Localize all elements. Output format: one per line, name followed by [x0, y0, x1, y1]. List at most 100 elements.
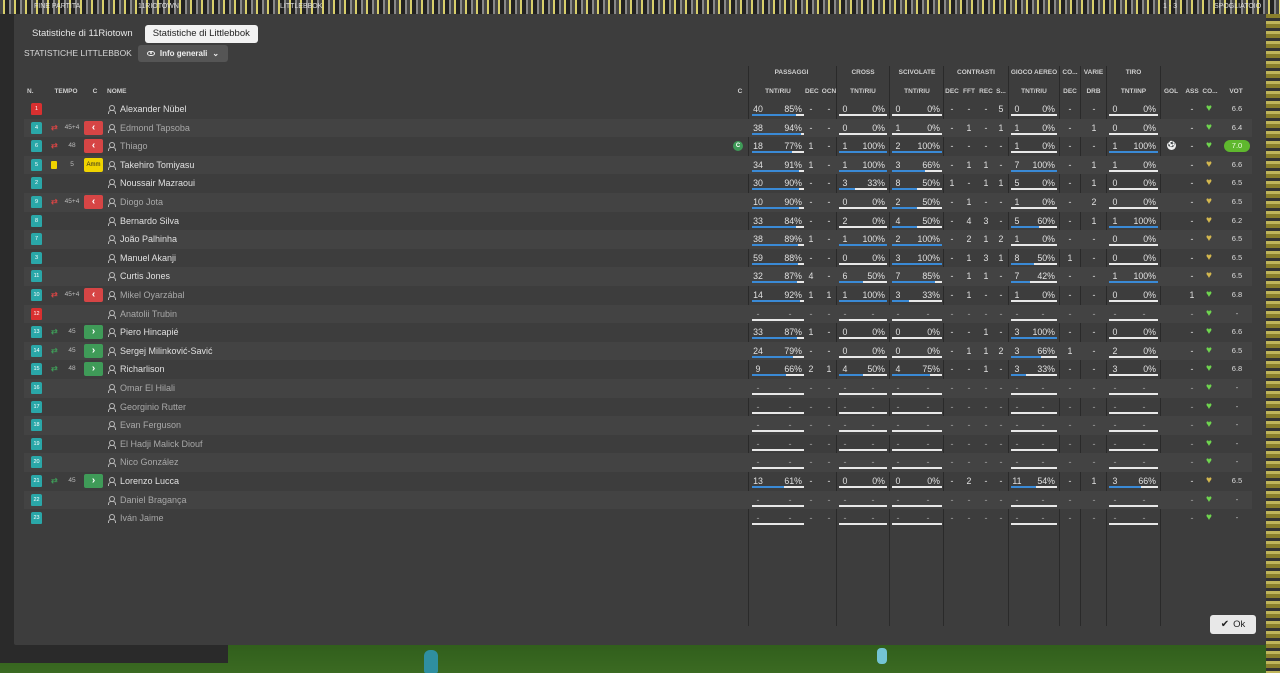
column-header-duel-rec[interactable]: REC: [978, 88, 994, 95]
column-header-varie-drb[interactable]: DRB: [1081, 88, 1106, 95]
column-header-duel-dec[interactable]: DEC: [944, 88, 960, 95]
arrow-left-icon[interactable]: ‹: [84, 139, 103, 154]
player-name[interactable]: João Palhinha: [120, 230, 177, 249]
tab-home-stats[interactable]: Statistiche di 11Riotown: [24, 25, 141, 43]
arrow-right-icon[interactable]: ›: [84, 474, 103, 488]
player-name[interactable]: Georginio Rutter: [120, 398, 186, 417]
player-name[interactable]: Thiago: [120, 137, 148, 156]
player-name[interactable]: Omar El Hilali: [120, 379, 175, 398]
player-name[interactable]: Lorenzo Lucca: [120, 472, 179, 491]
shirt-number-badge: 17: [31, 400, 42, 413]
player-name[interactable]: Noussair Mazraoui: [120, 174, 195, 193]
passes-bar: [752, 169, 804, 172]
table-row[interactable]: 14 ⇄ 45 › Sergej Milinković-Savić 24 79% - -0 0% 0…: [24, 341, 1252, 361]
table-row[interactable]: 16 Omar El Hilali - - - - - - - - - - - - - - - - - - - ♥ -: [24, 379, 1252, 398]
column-header-tackle-tnt[interactable]: TNT/RIU: [890, 88, 944, 95]
arrow-left-icon[interactable]: ‹: [84, 120, 103, 135]
player-name[interactable]: Takehiro Tomiyasu: [120, 156, 194, 175]
player-name[interactable]: Manuel Akanji: [120, 249, 176, 268]
player-name[interactable]: Sergej Milinković-Savić: [120, 342, 213, 361]
crosses-bar: [839, 448, 887, 451]
player-name[interactable]: Richarlison: [120, 360, 165, 379]
player-name[interactable]: Alexander Nübel: [120, 100, 187, 119]
arrow-right-icon[interactable]: ›: [84, 343, 103, 358]
table-row[interactable]: 23 Iván Jaime - - - - - - - - - - - - - - - - - - - ♥ -: [24, 509, 1252, 528]
table-row[interactable]: 15 ⇄ 48 › Richarlison 9 66% 2 1 4 50% 4 75% - -1-3 33% -…: [24, 360, 1252, 379]
column-header-c[interactable]: C: [90, 88, 100, 95]
table-row[interactable]: 13 ⇄ 45 › Piero Hincapié 33 87% 1-0 0% 0 0% - -1-3 10…: [24, 323, 1252, 342]
column-header-duel-fft[interactable]: FFT: [961, 88, 977, 95]
arrow-right-icon[interactable]: ›: [84, 325, 103, 340]
column-header-shot-tnt[interactable]: TNT/INP: [1107, 88, 1160, 95]
column-header-pass-dec[interactable]: DEC: [805, 88, 819, 95]
table-row[interactable]: 5 5 Amm Takehiro Tomiyasu 34 91% 1-1 100% 3 66% -1…: [24, 155, 1252, 175]
shirt-number-badge: 21: [31, 475, 42, 487]
column-header-n[interactable]: N.: [27, 88, 43, 95]
table-row[interactable]: 3 Manuel Akanji 59 88% - -0 0% 3 100% -1 3 1 8 50% 1-0…: [24, 249, 1252, 268]
ok-button[interactable]: ✔ Ok: [1210, 615, 1256, 634]
table-row[interactable]: 10 ⇄ 45+4 ‹ Mikel Oyarzábal 14 92% 1 1 1 100% 3 33% -…: [24, 286, 1252, 305]
sub-time: 45+4: [64, 123, 80, 131]
player-name[interactable]: Evan Ferguson: [120, 416, 181, 435]
aerials-bar: [1011, 207, 1057, 209]
column-header-ass[interactable]: ASS: [1182, 88, 1202, 95]
column-header-cross-tnt[interactable]: TNT/RIU: [837, 88, 889, 95]
table-row[interactable]: 6 ⇄ 48 ‹ Thiago C 18 77% 1-1 100% 2 100% - - - -1 0% - -1 1…: [24, 137, 1252, 156]
table-row[interactable]: 2 Noussair Mazraoui 30 90% - -3 33% 8 50% 1-1 1 5 0%…: [24, 174, 1252, 193]
column-header-nome[interactable]: NOME: [107, 88, 167, 95]
view-selector-dropdown[interactable]: Info generali ⌄: [137, 44, 229, 62]
column-header-aerial-tnt[interactable]: TNT/RIU: [1009, 88, 1059, 95]
table-row[interactable]: 9 ⇄ 45+4 ‹ Diogo Jota 10 90% - -0 0% 2 50% -1- -1 0% -2…: [24, 193, 1252, 212]
player-name[interactable]: Nico González: [120, 453, 179, 472]
duels-dec: -: [950, 420, 954, 431]
table-row[interactable]: 19 El Hadji Malick Diouf - - - - - - - - - - - - - - - - -…: [24, 435, 1252, 454]
column-header-cap[interactable]: C: [736, 88, 744, 95]
shots-bar: [1109, 374, 1158, 377]
arrow-left-icon[interactable]: ‹: [84, 288, 103, 302]
table-row[interactable]: 7 João Palhinha 38 89% 1-1 100% 2 100% -2 1 2 1 0% - -…: [24, 230, 1252, 249]
player-name[interactable]: Diogo Jota: [120, 193, 163, 212]
arrow-right-icon[interactable]: ›: [84, 362, 103, 377]
table-row[interactable]: 17 Georginio Rutter - - - - - - - - - - - - - - - - - - - ♥ -: [24, 398, 1252, 417]
dribbles: -: [1092, 234, 1096, 245]
column-header-duel-s[interactable]: S...: [994, 88, 1008, 95]
shots-bar: [1109, 448, 1158, 451]
column-header-pass-tnt[interactable]: TNT/RIU: [750, 88, 806, 95]
heart-icon: ♥: [1206, 251, 1212, 263]
player-rating: 6.4: [1231, 122, 1243, 132]
dribbles: -: [1092, 420, 1096, 431]
player-name[interactable]: Mikel Oyarzábal: [120, 286, 185, 305]
column-header-tempo[interactable]: TEMPO: [52, 88, 80, 95]
co-dec: -: [1068, 271, 1072, 282]
player-name[interactable]: Piero Hincapié: [120, 323, 179, 342]
table-row[interactable]: 21 ⇄ 45 › Lorenzo Lucca 13 61% - -0 0% 0 0% -2- -11 54…: [24, 472, 1252, 491]
player-name[interactable]: Curtis Jones: [120, 267, 170, 286]
table-row[interactable]: 1 Alexander Nübel 40 85% - -0 0% 0 0% - - -5 0 0% - -0 0…: [24, 100, 1252, 119]
player-name[interactable]: Edmond Tapsoba: [120, 119, 190, 138]
player-name[interactable]: Iván Jaime: [120, 509, 164, 528]
player-name[interactable]: Anatolii Trubin: [120, 305, 177, 324]
player-name[interactable]: Bernardo Silva: [120, 212, 179, 231]
aerials-bar: [1011, 355, 1057, 358]
tab-away-stats[interactable]: Statistiche di Littlebbok: [144, 25, 258, 43]
table-row[interactable]: 11 Curtis Jones 32 87% 4-6 50% 7 85% -1 1-7 42% - -1…: [24, 267, 1252, 286]
table-row[interactable]: 8 Bernardo Silva 33 84% - -2 0% 4 50% -4 3-5 60% -1 1…: [24, 212, 1252, 231]
column-header-gol[interactable]: GOL: [1161, 88, 1181, 95]
locker-room-link[interactable]: SPOGLIATOIO: [1214, 3, 1261, 10]
column-header-co-dec[interactable]: DEC: [1060, 88, 1080, 95]
sub-time: 45+4: [64, 291, 80, 298]
substitution-icon: ⇄: [51, 476, 58, 485]
column-header-vot[interactable]: VOT: [1222, 88, 1250, 95]
table-row[interactable]: 4 ⇄ 45+4 ‹ Edmond Tapsoba 38 94% - -0 0% 1 0% -1-1 1 0…: [24, 118, 1252, 138]
table-row[interactable]: 20 Nico González - - - - - - - - - - - - - - - - - - - ♥ -: [24, 453, 1252, 472]
table-row[interactable]: 12 Anatolii Trubin - - - - - - - - - - - - - - - - - - - ♥ -: [24, 304, 1252, 324]
duels-dec: -: [950, 215, 954, 226]
duels-fft: 2: [966, 476, 972, 486]
column-header-co2[interactable]: CO...: [1200, 88, 1220, 95]
table-row[interactable]: 22 Daniel Bragança - - - - - - - - - - - - - - - - - - - ♥ -: [24, 490, 1252, 510]
player-name[interactable]: Daniel Bragança: [120, 491, 187, 510]
arrow-left-icon[interactable]: ‹: [84, 195, 103, 209]
passes-decisive: -: [809, 476, 813, 486]
table-row[interactable]: 18 Evan Ferguson - - - - - - - - - - - - - - - - - - - ♥ -: [24, 416, 1252, 435]
player-name[interactable]: El Hadji Malick Diouf: [120, 435, 203, 454]
